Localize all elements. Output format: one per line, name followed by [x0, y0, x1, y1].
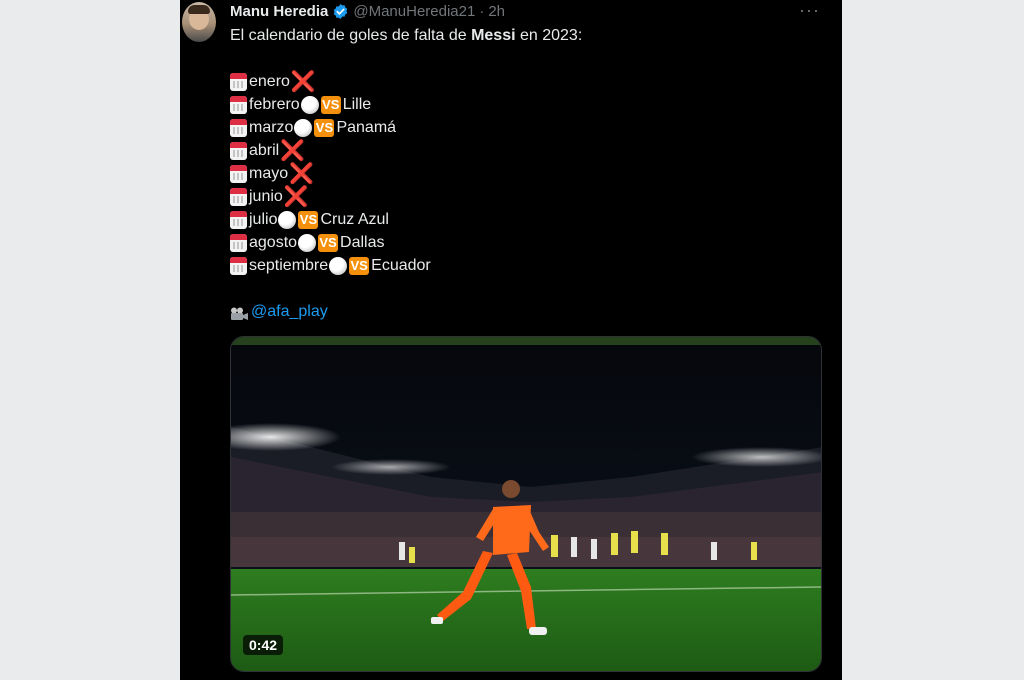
month-line: agosto VS Dallas — [230, 231, 582, 254]
calendar-icon — [230, 164, 247, 183]
soccer-ball-icon — [278, 210, 297, 229]
cross-mark-icon: ❌ — [283, 185, 309, 208]
soccer-ball-icon — [298, 233, 317, 252]
author-handle[interactable]: @ManuHeredia21 — [353, 3, 475, 20]
vs-badge-icon: VS — [314, 118, 335, 137]
month-name: mayo — [249, 165, 289, 182]
calendar-icon — [230, 72, 247, 91]
tweet-timestamp[interactable]: 2h — [488, 3, 505, 20]
month-line: junio ❌ — [230, 185, 582, 208]
month-name: febrero — [249, 96, 300, 113]
more-options-icon[interactable]: ··· — [799, 0, 820, 21]
intro-text-start: El calendario de goles de falta de — [230, 27, 472, 44]
tweet-body: El calendario de goles de falta de Messi… — [230, 24, 582, 323]
month-name: agosto — [249, 234, 298, 251]
source-link[interactable]: @afa_play — [251, 300, 328, 323]
calendar-icon — [230, 256, 247, 275]
author-name[interactable]: Manu Heredia — [230, 3, 328, 20]
tweet-header: Manu Heredia @ManuHeredia21 · 2h — [230, 0, 505, 22]
vs-badge-icon: VS — [320, 95, 341, 114]
month-line: enero ❌ — [230, 70, 582, 93]
calendar-icon — [230, 233, 247, 252]
header-separator: · — [479, 2, 485, 20]
month-line: mayo ❌ — [230, 162, 582, 185]
month-name: septiembre — [249, 257, 329, 274]
video-thumbnail — [231, 337, 821, 671]
source-line: @afa_play — [230, 300, 582, 323]
cross-mark-icon: ❌ — [280, 139, 306, 162]
soccer-ball-icon — [300, 95, 319, 114]
month-name: junio — [249, 188, 283, 205]
month-name: enero — [249, 73, 290, 90]
calendar-icon — [230, 210, 247, 229]
movie-camera-icon — [230, 305, 249, 320]
month-line: febrero VS Lille — [230, 93, 582, 116]
opponent-name: Dallas — [340, 234, 385, 251]
opponent-name: Panamá — [336, 119, 397, 136]
calendar-icon — [230, 118, 247, 137]
month-line: abril ❌ — [230, 139, 582, 162]
vs-badge-icon: VS — [318, 233, 339, 252]
opponent-name: Cruz Azul — [320, 211, 389, 228]
video-player[interactable]: 0:42 — [230, 336, 822, 672]
verified-badge-icon — [332, 3, 349, 20]
calendar-icon — [230, 141, 247, 160]
opponent-name: Ecuador — [371, 257, 431, 274]
soccer-ball-icon — [329, 256, 348, 275]
month-line: septiembre VS Ecuador — [230, 254, 582, 277]
vs-badge-icon: VS — [349, 256, 370, 275]
soccer-ball-icon — [294, 118, 313, 137]
cross-mark-icon: ❌ — [289, 162, 315, 185]
intro-text-bold: Messi — [471, 27, 516, 44]
calendar-icon — [230, 95, 247, 114]
video-duration: 0:42 — [243, 635, 284, 655]
author-avatar[interactable] — [182, 2, 216, 42]
month-name: marzo — [249, 119, 294, 136]
vs-badge-icon: VS — [298, 210, 319, 229]
month-line: marzo VS Panamá — [230, 116, 582, 139]
cross-mark-icon: ❌ — [290, 70, 316, 93]
intro-text-end: en 2023: — [515, 27, 583, 44]
opponent-name: Lille — [342, 96, 372, 113]
month-name: julio — [249, 211, 278, 228]
avatar-hair — [188, 5, 210, 14]
calendar-icon — [230, 187, 247, 206]
tweet-intro: El calendario de goles de falta de Messi… — [230, 24, 582, 47]
tweet-panel: Manu Heredia @ManuHeredia21 · 2h ··· El … — [180, 0, 842, 680]
month-name: abril — [249, 142, 280, 159]
month-line: julio VS Cruz Azul — [230, 208, 582, 231]
